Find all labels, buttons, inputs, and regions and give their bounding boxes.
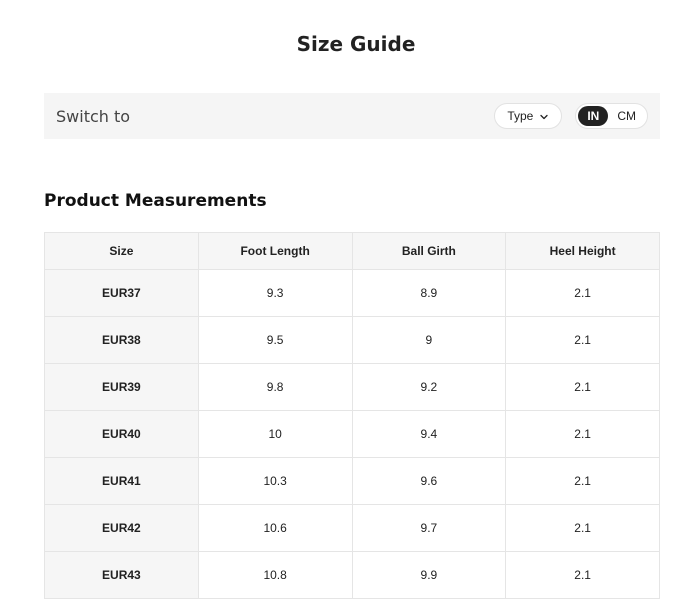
table-row: EUR37 9.3 8.9 2.1 xyxy=(44,269,660,317)
page-title: Size Guide xyxy=(296,32,416,56)
size-cell: EUR43 xyxy=(44,551,199,599)
table-header-row: Size Foot Length Ball Girth Heel Height xyxy=(44,232,660,270)
section-title: Product Measurements xyxy=(44,191,267,211)
heel-height-cell: 2.1 xyxy=(505,504,660,552)
table-row: EUR41 10.3 9.6 2.1 xyxy=(44,457,660,505)
size-cell: EUR40 xyxy=(44,410,199,458)
column-header-heel-height: Heel Height xyxy=(505,232,660,270)
unit-option-cm[interactable]: CM xyxy=(608,106,645,126)
measurements-table: Size Foot Length Ball Girth Heel Height … xyxy=(44,232,660,599)
ball-girth-cell: 9.7 xyxy=(351,504,507,552)
foot-length-cell: 10 xyxy=(197,410,353,458)
table-row: EUR40 10 9.4 2.1 xyxy=(44,410,660,458)
size-cell: EUR41 xyxy=(44,457,199,505)
size-cell: EUR39 xyxy=(44,363,199,411)
heel-height-cell: 2.1 xyxy=(505,551,660,599)
table-row: EUR39 9.8 9.2 2.1 xyxy=(44,363,660,411)
table-row: EUR43 10.8 9.9 2.1 xyxy=(44,551,660,599)
foot-length-cell: 9.5 xyxy=(197,316,353,364)
column-header-foot-length: Foot Length xyxy=(197,232,353,270)
column-header-size: Size xyxy=(44,232,199,270)
size-cell: EUR37 xyxy=(44,269,199,317)
table-row: EUR42 10.6 9.7 2.1 xyxy=(44,504,660,552)
table-row: EUR38 9.5 9 2.1 xyxy=(44,316,660,364)
size-cell: EUR42 xyxy=(44,504,199,552)
heel-height-cell: 2.1 xyxy=(505,410,660,458)
heel-height-cell: 2.1 xyxy=(505,457,660,505)
foot-length-cell: 9.8 xyxy=(197,363,353,411)
unit-toggle: IN CM xyxy=(575,103,648,129)
unit-option-in[interactable]: IN xyxy=(578,106,609,126)
heel-height-cell: 2.1 xyxy=(505,363,660,411)
ball-girth-cell: 8.9 xyxy=(351,269,507,317)
chevron-down-icon xyxy=(539,111,549,121)
type-dropdown[interactable]: Type xyxy=(494,103,563,129)
size-cell: EUR38 xyxy=(44,316,199,364)
heel-height-cell: 2.1 xyxy=(505,316,660,364)
type-dropdown-label: Type xyxy=(507,109,534,123)
switch-bar: Switch to Type IN CM xyxy=(44,93,660,139)
foot-length-cell: 10.6 xyxy=(197,504,353,552)
ball-girth-cell: 9.2 xyxy=(351,363,507,411)
switch-label: Switch to xyxy=(56,106,131,126)
foot-length-cell: 10.8 xyxy=(197,551,353,599)
size-guide-page: Size Guide Switch to Type IN CM Product … xyxy=(0,0,684,611)
foot-length-cell: 9.3 xyxy=(197,269,353,317)
ball-girth-cell: 9 xyxy=(351,316,507,364)
ball-girth-cell: 9.4 xyxy=(351,410,507,458)
ball-girth-cell: 9.9 xyxy=(351,551,507,599)
foot-length-cell: 10.3 xyxy=(197,457,353,505)
column-header-ball-girth: Ball Girth xyxy=(351,232,507,270)
heel-height-cell: 2.1 xyxy=(505,269,660,317)
ball-girth-cell: 9.6 xyxy=(351,457,507,505)
